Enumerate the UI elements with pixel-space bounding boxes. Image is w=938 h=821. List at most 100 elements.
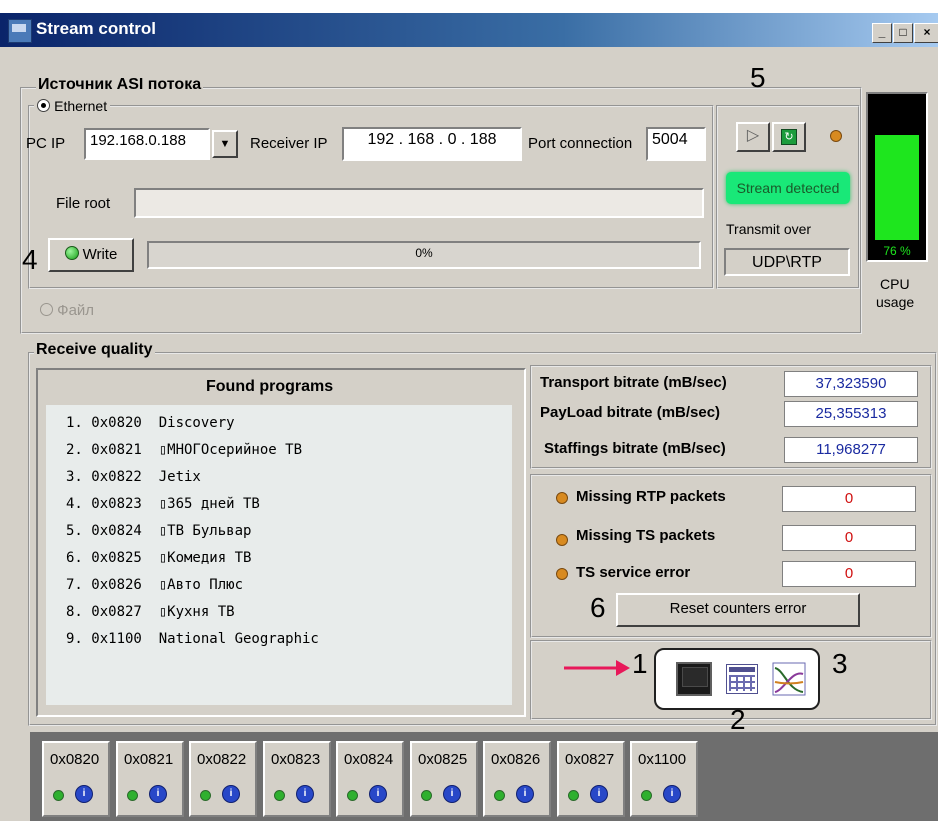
- annotation-1: 1: [632, 648, 648, 679]
- program-item[interactable]: 1. 0x0820 Discovery: [66, 415, 235, 431]
- missing-rtp-label: Missing RTP packets: [576, 488, 726, 505]
- pid-tile-0x0821[interactable]: 0x0821 i: [116, 741, 184, 817]
- table-icon[interactable]: [726, 664, 758, 694]
- minimize-button[interactable]: _: [872, 23, 892, 43]
- missing-ts-label: Missing TS packets: [576, 527, 716, 544]
- file-radio[interactable]: Файл: [40, 302, 94, 319]
- reset-counters-button[interactable]: Reset counters error: [616, 593, 860, 627]
- program-list[interactable]: 1. 0x0820 Discovery 2. 0x0821 ▯МНОГОсери…: [46, 405, 512, 705]
- info-icon[interactable]: i: [663, 785, 681, 803]
- file-label: Файл: [57, 302, 95, 319]
- pid-label: 0x0824: [344, 751, 394, 768]
- service-error-led-icon: [556, 568, 568, 580]
- info-icon[interactable]: i: [443, 785, 461, 803]
- pc-ip-select[interactable]: 192.168.0.188: [84, 128, 210, 160]
- annotation-5: 5: [750, 62, 766, 93]
- ethernet-radio[interactable]: Ethernet: [34, 98, 111, 115]
- ethernet-label: Ethernet: [54, 98, 108, 114]
- write-button[interactable]: Write: [48, 238, 134, 272]
- pid-label: 0x1100: [638, 751, 687, 768]
- cpu-meter-fill: [875, 135, 919, 240]
- rtp-error-led-icon: [556, 492, 568, 504]
- window-title: Stream control: [36, 19, 156, 38]
- program-item[interactable]: 4. 0x0823 ▯365 дней ТВ: [66, 496, 260, 512]
- green-led-icon: [200, 790, 211, 801]
- play-icon[interactable]: ▷: [736, 122, 770, 152]
- view-mode-selector: [654, 648, 820, 710]
- pid-tile-0x0823[interactable]: 0x0823 i: [263, 741, 331, 817]
- transmit-over-label: Transmit over: [726, 221, 812, 237]
- close-button[interactable]: ×: [914, 23, 938, 43]
- maximize-button[interactable]: □: [893, 23, 913, 43]
- annotation-4: 4: [22, 244, 38, 275]
- info-icon[interactable]: i: [590, 785, 608, 803]
- green-led-icon: [53, 790, 64, 801]
- monitor-icon[interactable]: [676, 662, 712, 696]
- green-led-icon: [568, 790, 579, 801]
- file-root-field[interactable]: [134, 188, 704, 218]
- pid-label: 0x0821: [124, 751, 174, 768]
- chevron-down-icon[interactable]: ▼: [212, 130, 238, 158]
- title-bar[interactable]: Stream control _ □ ×: [0, 13, 938, 47]
- cpu-meter: 76 %: [866, 92, 928, 262]
- port-connection-field[interactable]: 5004: [646, 127, 706, 161]
- program-item[interactable]: 9. 0x1100 National Geographic: [66, 631, 319, 647]
- program-item[interactable]: 7. 0x0826 ▯Авто Плюс: [66, 577, 243, 593]
- info-icon[interactable]: i: [369, 785, 387, 803]
- pid-label: 0x0820: [50, 751, 100, 768]
- pid-tile-0x0826[interactable]: 0x0826 i: [483, 741, 551, 817]
- write-label: Write: [82, 246, 118, 263]
- ts-error-led-icon: [556, 534, 568, 546]
- pid-label: 0x0826: [491, 751, 541, 768]
- transport-bitrate-value: 37,323590: [784, 371, 918, 397]
- info-icon[interactable]: i: [296, 785, 314, 803]
- green-led-icon: [127, 790, 138, 801]
- transport-bitrate-label: Transport bitrate (mB/sec): [540, 374, 727, 391]
- info-icon[interactable]: i: [516, 785, 534, 803]
- radio-unselected-icon: [40, 303, 53, 316]
- file-root-label: File root: [56, 195, 111, 212]
- pid-tile-0x0827[interactable]: 0x0827 i: [557, 741, 625, 817]
- pid-tile-0x1100[interactable]: 0x1100 i: [630, 741, 698, 817]
- graph-icon[interactable]: [772, 662, 806, 696]
- cpu-label: CPU: [880, 276, 910, 292]
- info-icon[interactable]: i: [149, 785, 167, 803]
- pid-label: 0x0823: [271, 751, 321, 768]
- missing-rtp-value: 0: [782, 486, 916, 512]
- ts-service-error-label: TS service error: [576, 564, 691, 581]
- program-item[interactable]: 8. 0x0827 ▯Кухня ТВ: [66, 604, 235, 620]
- missing-ts-value: 0: [782, 525, 916, 551]
- annotation-6: 6: [590, 592, 606, 623]
- program-item[interactable]: 5. 0x0824 ▯ТВ Бульвар: [66, 523, 251, 539]
- port-connection-label: Port connection: [528, 135, 633, 152]
- staffings-bitrate-label: Staffings bitrate (mB/sec): [544, 440, 726, 457]
- asi-group-title: Источник ASI потока: [36, 76, 204, 94]
- green-led-icon: [274, 790, 285, 801]
- arrow-icon: [564, 660, 630, 676]
- top-strip: [0, 0, 938, 13]
- payload-bitrate-label: PayLoad bitrate (mB/sec): [540, 404, 721, 421]
- transmit-protocol-value: UDP\RTP: [724, 248, 850, 276]
- annotation-3: 3: [832, 648, 848, 679]
- pid-tile-0x0825[interactable]: 0x0825 i: [410, 741, 478, 817]
- pid-label: 0x0825: [418, 751, 468, 768]
- info-icon[interactable]: i: [75, 785, 93, 803]
- receiver-ip-field[interactable]: 192 . 168 . 0 . 188: [342, 127, 522, 161]
- pid-label: 0x0827: [565, 751, 615, 768]
- progress-text: 0%: [415, 246, 433, 260]
- green-led-icon: [641, 790, 652, 801]
- pid-tile-0x0820[interactable]: 0x0820 i: [42, 741, 110, 817]
- staffings-bitrate-value: 11,968277: [784, 437, 918, 463]
- refresh-icon[interactable]: ↻: [772, 122, 806, 152]
- program-item[interactable]: 3. 0x0822 Jetix: [66, 469, 201, 485]
- program-item[interactable]: 2. 0x0821 ▯МНОГОсерийное ТВ: [66, 442, 302, 458]
- pid-label: 0x0822: [197, 751, 247, 768]
- green-led-icon: [421, 790, 432, 801]
- pid-tile-0x0822[interactable]: 0x0822 i: [189, 741, 257, 817]
- program-item[interactable]: 6. 0x0825 ▯Комедия ТВ: [66, 550, 251, 566]
- info-icon[interactable]: i: [222, 785, 240, 803]
- receiver-ip-label: Receiver IP: [250, 135, 328, 152]
- pc-ip-label: PC IP: [26, 135, 66, 152]
- green-led-icon: [494, 790, 505, 801]
- pid-tile-0x0824[interactable]: 0x0824 i: [336, 741, 404, 817]
